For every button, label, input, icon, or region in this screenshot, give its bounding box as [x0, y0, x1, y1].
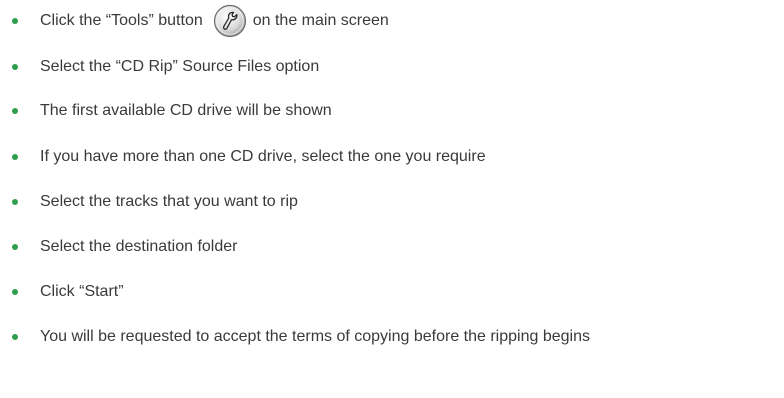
tools-wrench-icon — [213, 4, 246, 38]
step-text: Select the tracks that you want to rip — [40, 193, 298, 210]
step-text: The first available CD drive will be sho… — [40, 102, 332, 119]
step-text: You will be requested to accept the term… — [40, 328, 590, 345]
bullet-icon — [12, 289, 18, 295]
bullet-icon — [12, 108, 18, 114]
step-text-after-icon: on the main screen — [252, 12, 389, 29]
list-item: If you have more than one CD drive, sele… — [0, 137, 784, 177]
bullet-icon — [12, 18, 18, 24]
list-item: Click “Start” — [0, 272, 784, 312]
step-text: If you have more than one CD drive, sele… — [40, 148, 486, 165]
list-item: Select the tracks that you want to rip — [0, 182, 784, 222]
bullet-icon — [12, 199, 18, 205]
step-text: Select the destination folder — [40, 238, 238, 255]
step-text-before-icon: Click the “Tools” button — [40, 12, 203, 29]
bullet-icon — [12, 64, 18, 70]
step-text: Click “Start” — [40, 283, 124, 300]
bullet-icon — [12, 154, 18, 160]
list-item: You will be requested to accept the term… — [0, 317, 784, 357]
list-item: The first available CD drive will be sho… — [0, 91, 784, 131]
bullet-icon — [12, 244, 18, 250]
list-item: Select the destination folder — [0, 227, 784, 267]
step-text: Select the “CD Rip” Source Files option — [40, 58, 320, 75]
bullet-icon — [12, 334, 18, 340]
list-item: Click the “Tools” button on the main scr… — [0, 1, 784, 41]
step-text: Click the “Tools” button on the main scr… — [40, 1, 389, 41]
list-item: Select the “CD Rip” Source Files option — [0, 47, 784, 87]
